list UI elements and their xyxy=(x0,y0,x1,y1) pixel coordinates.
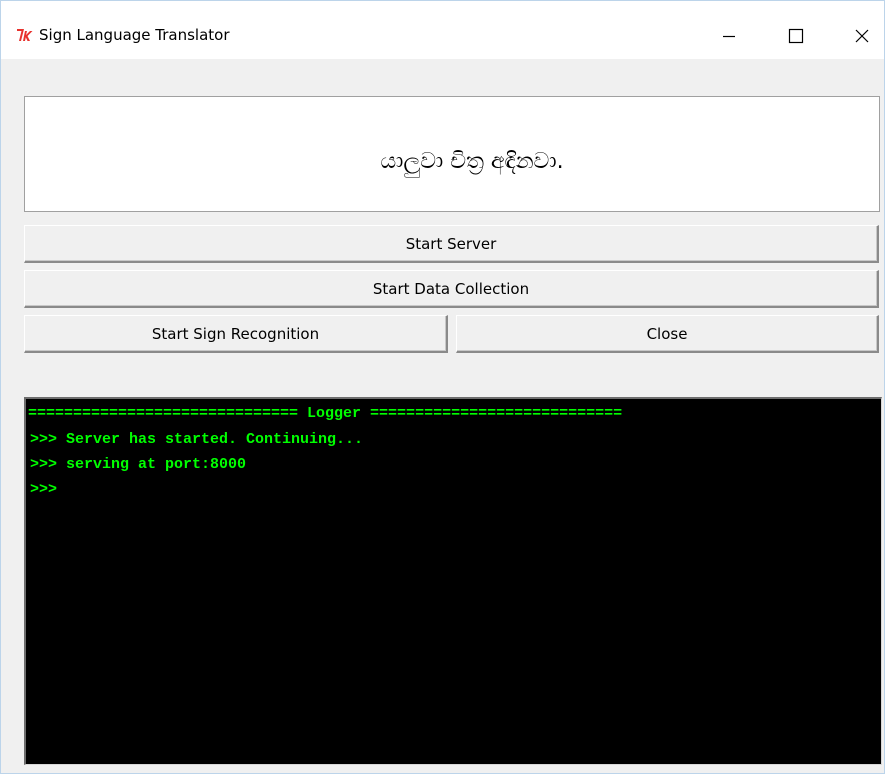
start-data-collection-button[interactable]: Start Data Collection xyxy=(24,270,879,308)
app-window: Sign Language Translator යාලුවා චිත්‍ර අ… xyxy=(0,0,885,774)
translation-text: යාලුවා චිත්‍ර අඳිනවා. xyxy=(380,148,564,174)
maximize-icon xyxy=(788,28,804,44)
maximize-button[interactable] xyxy=(773,13,819,59)
log-prompt: >>> xyxy=(30,481,58,498)
log-line: >>> Server has started. Continuing... xyxy=(30,431,364,448)
close-icon xyxy=(854,28,870,44)
tk-feather-icon xyxy=(15,25,35,45)
close-button[interactable]: Close xyxy=(456,315,879,353)
title-bar[interactable]: Sign Language Translator xyxy=(1,1,884,59)
log-line: >>> serving at port:8000 xyxy=(30,456,247,473)
translation-output-panel: යාලුවා චිත්‍ර අඳිනවා. xyxy=(24,96,880,212)
start-sign-recognition-button[interactable]: Start Sign Recognition xyxy=(24,315,448,353)
logger-console[interactable]: ============================== Logger ==… xyxy=(24,397,882,765)
logger-header: ============================== Logger ==… xyxy=(28,405,623,422)
window-title: Sign Language Translator xyxy=(39,26,230,44)
close-window-button[interactable] xyxy=(839,13,885,59)
minimize-button[interactable] xyxy=(706,13,752,59)
start-server-button[interactable]: Start Server xyxy=(24,225,879,263)
minimize-icon xyxy=(722,29,736,43)
